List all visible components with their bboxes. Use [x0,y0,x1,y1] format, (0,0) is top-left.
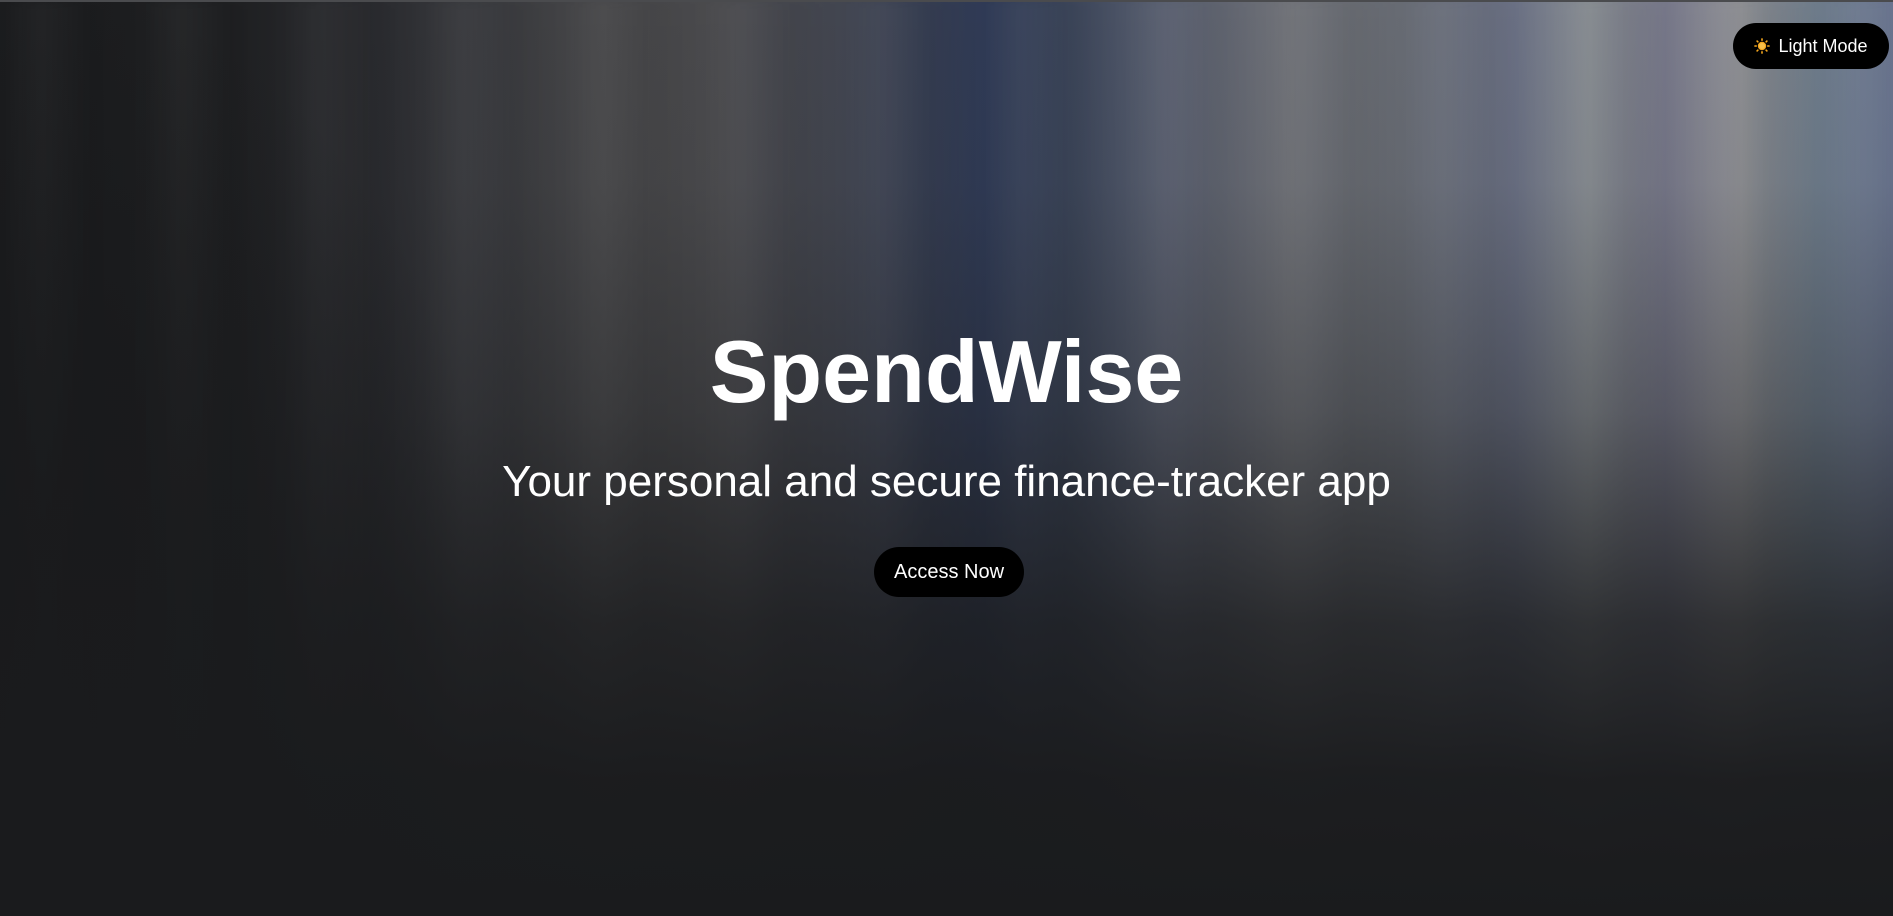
app-title: SpendWise [709,322,1184,421]
light-mode-label: Light Mode [1778,35,1868,56]
landing-page: Light Mode SpendWise Your personal and s… [0,0,1893,916]
access-now-button[interactable]: Access Now [874,547,1024,597]
sun-icon [1754,38,1771,54]
top-border [0,0,1893,2]
app-tagline: Your personal and secure finance-tracker… [502,457,1391,506]
hero-section: SpendWise Your personal and secure finan… [0,0,1893,916]
light-mode-toggle-button[interactable]: Light Mode [1733,23,1889,69]
